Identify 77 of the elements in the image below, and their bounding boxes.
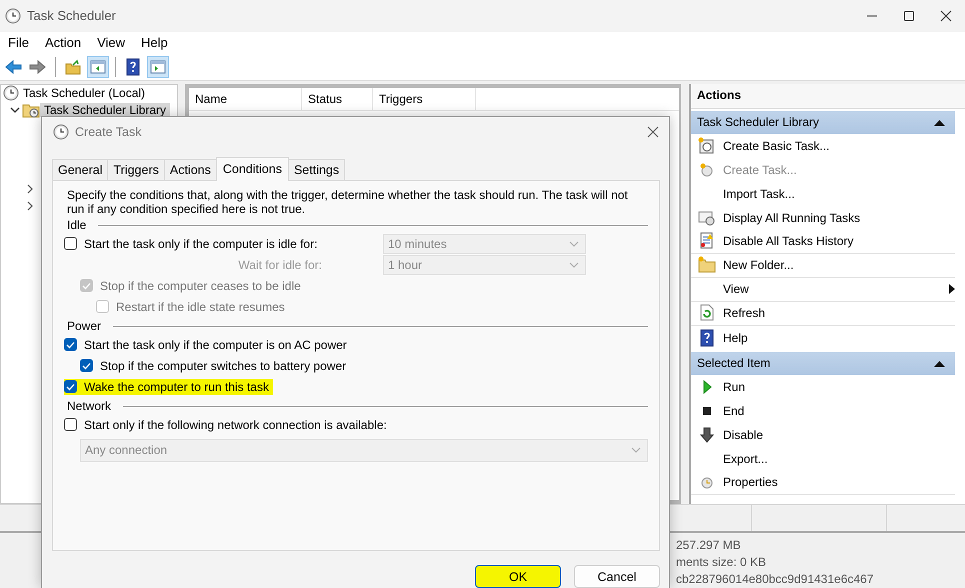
action-link[interactable]: Refresh (723, 306, 955, 320)
checkbox[interactable] (80, 359, 93, 372)
section-title: Power (66, 319, 102, 333)
folder-icon (698, 256, 716, 274)
group-title: Task Scheduler Library (697, 115, 820, 130)
action-link[interactable]: Disable All Tasks History (723, 234, 955, 248)
highlighted-button[interactable]: OK (475, 565, 561, 588)
action-link[interactable]: Import Task... (723, 186, 955, 201)
action-link[interactable]: Create Basic Task... (723, 138, 955, 153)
action-link[interactable]: Help (723, 330, 955, 345)
chevron-right-icon[interactable] (26, 184, 34, 194)
group-title: Selected Item (697, 356, 770, 370)
action-link[interactable]: End (723, 404, 955, 418)
action-link[interactable]: Disable (723, 428, 955, 442)
group-header[interactable]: Selected Item (691, 352, 955, 375)
pane-title: Actions (691, 84, 965, 109)
tab[interactable]: Triggers (107, 159, 165, 180)
window-icon (698, 208, 716, 227)
action-link[interactable]: Display All Running Tasks (723, 210, 955, 225)
action-link[interactable]: View (723, 282, 949, 296)
tree-item[interactable]: Task Scheduler (Local) (19, 86, 150, 100)
checkbox[interactable] (64, 418, 77, 431)
tab[interactable]: Conditions (216, 157, 289, 181)
tree-item[interactable]: Task Scheduler Library (40, 103, 170, 118)
caret-up-icon[interactable] (934, 118, 945, 126)
dialog-title: Create Task (75, 125, 142, 139)
column-header[interactable]: Triggers (373, 88, 476, 110)
refresh-icon (698, 304, 716, 322)
close-icon[interactable] (647, 126, 659, 138)
arrow-down-icon (698, 426, 716, 444)
submenu-arrow-icon (949, 284, 955, 294)
column-header[interactable]: Status (302, 88, 373, 110)
info-text: ments size: 0 KB (676, 554, 768, 571)
chevron-right-icon[interactable] (26, 201, 34, 212)
group-header[interactable]: Task Scheduler Library (691, 110, 955, 134)
description-text: Specify the conditions that, along with the trigger, determine whether the task should run. The task will not run if any condition specified here is not true. (67, 188, 629, 216)
arrow-right-icon (29, 58, 47, 76)
checkbox-label[interactable]: Start the task only if the computer is idle for: (84, 236, 318, 250)
list-icon (698, 232, 716, 250)
show-tree-button[interactable] (87, 56, 109, 78)
caret-up-icon[interactable] (934, 360, 945, 367)
checkbox-label[interactable]: Start the task only if the computer is on AC power (84, 338, 347, 352)
menu-item[interactable]: Action (44, 34, 82, 52)
action-link[interactable]: Run (723, 380, 955, 394)
question-mark-icon (124, 58, 142, 76)
action-link[interactable]: Export... (723, 452, 955, 466)
tab[interactable]: Settings (288, 159, 346, 180)
chevron-down-icon (569, 262, 579, 268)
menu-item[interactable]: Help (141, 34, 168, 52)
chevron-down-icon (569, 240, 579, 246)
pane-icon (89, 58, 107, 76)
folder-icon (64, 58, 82, 76)
action-link[interactable]: New Folder... (723, 258, 955, 272)
checkbox-label[interactable]: Start only if the following network connection is available: (84, 418, 387, 432)
checkbox-label[interactable]: Wake the computer to run this task (84, 380, 269, 394)
window-title: Task Scheduler (27, 8, 117, 24)
field-label: Wait for idle for: (237, 258, 323, 272)
info-text: cb228796014e80bcc9d91431e6c467 (676, 571, 875, 588)
info-text: 257.297 MB (676, 537, 742, 554)
chevron-down-icon[interactable] (10, 106, 20, 114)
section-title: Idle (66, 218, 88, 232)
checkbox[interactable] (64, 380, 77, 393)
show-action-pane-button[interactable] (147, 56, 169, 78)
tab[interactable]: General (52, 159, 108, 180)
menu-item[interactable]: File (8, 34, 29, 52)
chevron-down-icon (631, 447, 641, 453)
question-mark-icon (698, 328, 716, 347)
menu-item[interactable]: View (97, 34, 126, 52)
checkbox[interactable] (64, 338, 77, 351)
section-title: Network (66, 399, 112, 413)
column-header[interactable]: Name (189, 88, 302, 110)
dialog-button[interactable]: Cancel (574, 565, 660, 588)
checkbox[interactable] (64, 237, 77, 250)
checkbox-label[interactable]: Stop if the computer switches to battery power (100, 358, 346, 372)
pane-icon (149, 58, 167, 76)
action-link[interactable]: Properties (723, 475, 955, 490)
arrow-left-icon (4, 58, 22, 76)
